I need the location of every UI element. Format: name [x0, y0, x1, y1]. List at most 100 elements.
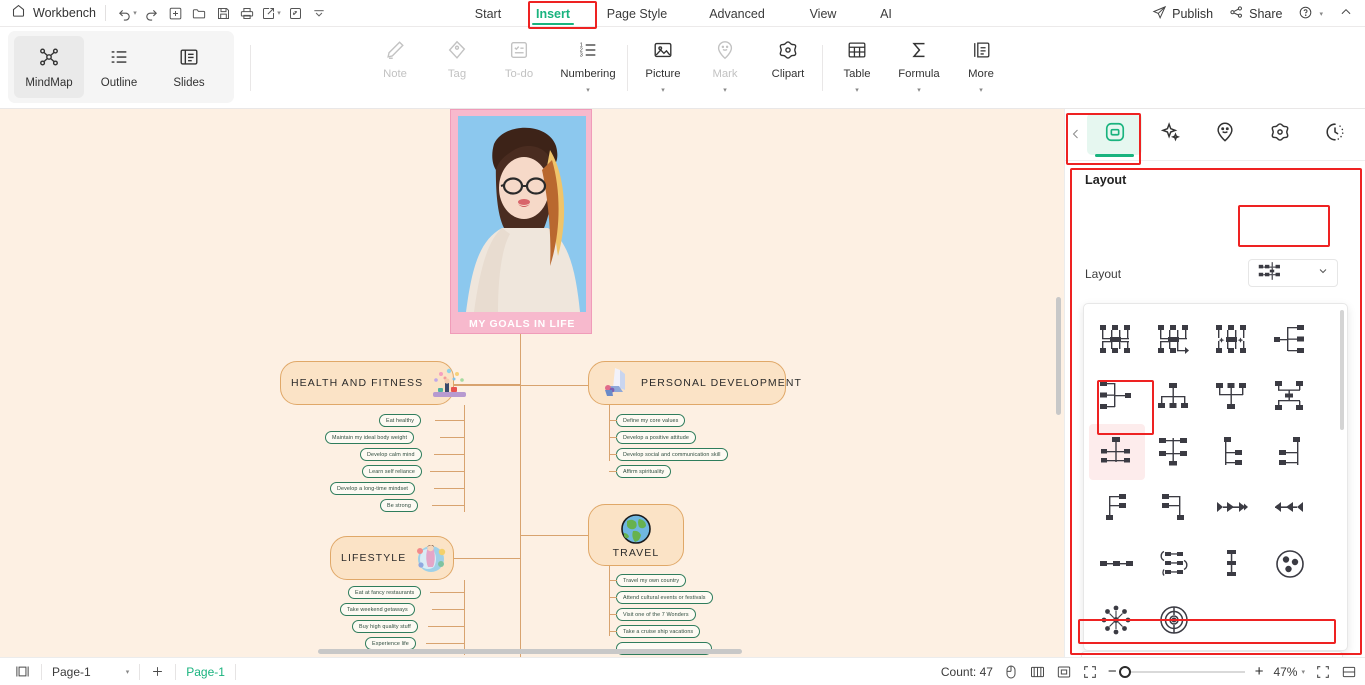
- branch-personal-development[interactable]: PERSONAL DEVELOPMENT: [588, 361, 801, 405]
- right-panel-tab-ai[interactable]: [1142, 113, 1197, 155]
- undo-icon[interactable]: ▾: [115, 2, 139, 24]
- layout-option-logic-left-down[interactable]: [1263, 424, 1319, 480]
- ribbon-more[interactable]: More ▾: [950, 35, 1012, 101]
- menu-insert[interactable]: Insert: [521, 0, 585, 27]
- book-mode-icon[interactable]: [1029, 664, 1046, 680]
- layout-option-logic-right-down[interactable]: [1205, 424, 1261, 480]
- layout-option-org-chart-two-sided-alt[interactable]: [1147, 312, 1203, 368]
- zoom-out-button[interactable]: −: [1108, 663, 1117, 680]
- ribbon-picture[interactable]: Picture ▾: [632, 35, 694, 101]
- menu-view[interactable]: View: [785, 0, 861, 27]
- chevron-down-icon[interactable]: ▾: [723, 87, 727, 94]
- page-select[interactable]: Page-1 ▾: [52, 665, 129, 679]
- zoom-slider-knob[interactable]: [1118, 665, 1131, 678]
- layout-dropdown-scrollbar[interactable]: [1340, 310, 1344, 430]
- chevron-down-icon[interactable]: ▾: [917, 87, 921, 94]
- ribbon-mark[interactable]: Mark ▾: [694, 35, 756, 101]
- right-panel-tab-sticker[interactable]: [1197, 113, 1252, 155]
- ribbon-formula[interactable]: Formula ▾: [888, 35, 950, 101]
- layout-option-fishbone-right[interactable]: [1205, 480, 1261, 536]
- layout-option-radial-rings[interactable]: [1147, 592, 1203, 648]
- leaf-node[interactable]: Develop social and communication skill: [616, 448, 728, 461]
- leaf-node[interactable]: Visit one of the 7 Wonders: [616, 608, 696, 621]
- branch-travel[interactable]: TRAVEL: [588, 504, 684, 566]
- leaf-node[interactable]: Develop calm mind: [360, 448, 422, 461]
- canvas-vertical-scrollbar[interactable]: [1056, 297, 1061, 415]
- chevron-down-icon[interactable]: ▾: [586, 87, 590, 94]
- branch-health-and-fitness[interactable]: HEALTH AND FITNESS: [280, 361, 467, 405]
- chevron-down-icon[interactable]: ▾: [979, 87, 983, 94]
- right-panel-tab-clipart[interactable]: [1252, 113, 1307, 155]
- panel-toggle-icon[interactable]: [14, 664, 31, 679]
- leaf-node[interactable]: Take a cruise ship vacations: [616, 625, 701, 638]
- leaf-node[interactable]: Buy high quality stuff: [352, 620, 418, 633]
- add-page-button[interactable]: [150, 664, 165, 679]
- layout-option-circle-cluster[interactable]: [1263, 536, 1319, 592]
- share-button[interactable]: Share: [1223, 5, 1288, 23]
- right-panel-tab-style[interactable]: [1087, 113, 1142, 157]
- layout-select[interactable]: [1248, 259, 1338, 287]
- layout-option-timeline-horizontal[interactable]: [1089, 536, 1145, 592]
- leaf-node[interactable]: Eat at fancy restaurants: [348, 586, 422, 599]
- leaf-node[interactable]: Be strong: [380, 499, 418, 512]
- redo-icon[interactable]: [139, 2, 163, 24]
- format-painter-icon[interactable]: [283, 2, 307, 24]
- fullscreen-icon[interactable]: [1315, 664, 1331, 680]
- layout-option-org-chart-up[interactable]: [1205, 368, 1261, 424]
- full-canvas-icon[interactable]: [1082, 664, 1098, 680]
- layout-option-org-chart-down[interactable]: [1147, 368, 1203, 424]
- save-icon[interactable]: [211, 2, 235, 24]
- layout-option-bracket-left[interactable]: [1147, 480, 1203, 536]
- leaf-node[interactable]: Attend cultural events or festivals: [616, 591, 713, 604]
- leaf-node[interactable]: Develop a positive attitude: [616, 431, 696, 444]
- layout-option-tree-left-stacked[interactable]: [1089, 368, 1145, 424]
- layout-option-radial-dots[interactable]: [1089, 592, 1145, 648]
- canvas-horizontal-scrollbar[interactable]: [318, 649, 742, 654]
- layout-option-tree-right-stacked[interactable]: [1263, 312, 1319, 368]
- split-view-icon[interactable]: [1341, 664, 1357, 680]
- zoom-value[interactable]: 47%: [1273, 665, 1297, 679]
- ribbon-todo[interactable]: To-do: [488, 35, 550, 101]
- ribbon-clipart[interactable]: Clipart: [757, 35, 819, 101]
- leaf-node[interactable]: Maintain my ideal body weight: [325, 431, 415, 444]
- leaf-node[interactable]: Eat healthy: [379, 414, 422, 427]
- chevron-down-icon[interactable]: ▾: [661, 87, 665, 94]
- more-quick-access-icon[interactable]: [307, 2, 331, 24]
- panel-collapse-button[interactable]: [1065, 128, 1087, 140]
- workbench-button[interactable]: Workbench: [0, 3, 96, 23]
- ribbon-tag[interactable]: Tag: [426, 35, 488, 101]
- chevron-down-icon[interactable]: ▾: [1301, 668, 1305, 676]
- layout-option-map-center-top[interactable]: [1147, 424, 1203, 480]
- chevron-down-icon[interactable]: ▾: [855, 87, 859, 94]
- ribbon-note[interactable]: Note: [364, 35, 426, 101]
- leaf-node[interactable]: Learn self reliance: [362, 465, 422, 478]
- layout-option-fishbone-left[interactable]: [1263, 480, 1319, 536]
- ribbon-table[interactable]: Table ▾: [826, 35, 888, 101]
- menu-page-style[interactable]: Page Style: [585, 0, 689, 27]
- view-mode-outline[interactable]: Outline: [84, 36, 154, 98]
- leaf-node[interactable]: Affirm spirituality: [616, 465, 672, 478]
- print-icon[interactable]: [235, 2, 259, 24]
- leaf-node[interactable]: Take weekend getaways: [340, 603, 415, 616]
- publish-button[interactable]: Publish: [1146, 5, 1219, 23]
- layout-option-org-chart-two-sided[interactable]: [1089, 312, 1145, 368]
- mindmap-canvas[interactable]: MY GOALS IN LIFE HEALTH AND FITNESS Eat …: [0, 109, 1064, 657]
- zoom-in-button[interactable]: +: [1255, 663, 1264, 680]
- export-icon[interactable]: ▾: [259, 2, 283, 24]
- menu-ai[interactable]: AI: [861, 0, 911, 27]
- layout-option-timeline-vertical[interactable]: [1205, 536, 1261, 592]
- page-tab[interactable]: Page-1: [186, 665, 225, 679]
- menu-start[interactable]: Start: [455, 0, 521, 27]
- leaf-node[interactable]: Define my core values: [616, 414, 686, 427]
- mouse-mode-icon[interactable]: [1003, 664, 1019, 680]
- menu-advanced[interactable]: Advanced: [689, 0, 785, 27]
- center-node[interactable]: MY GOALS IN LIFE: [450, 109, 592, 334]
- open-icon[interactable]: [187, 2, 211, 24]
- layout-option-horizontal-split[interactable]: [1263, 368, 1319, 424]
- fit-screen-icon[interactable]: [1056, 664, 1072, 680]
- collapse-ribbon-button[interactable]: [1333, 5, 1359, 22]
- layout-option-org-chart-two-sided-marks[interactable]: [1205, 312, 1261, 368]
- view-mode-slides[interactable]: Slides: [154, 36, 224, 98]
- layout-option-bracket-right[interactable]: [1089, 480, 1145, 536]
- leaf-node[interactable]: Develop a long-time mindset: [330, 482, 416, 495]
